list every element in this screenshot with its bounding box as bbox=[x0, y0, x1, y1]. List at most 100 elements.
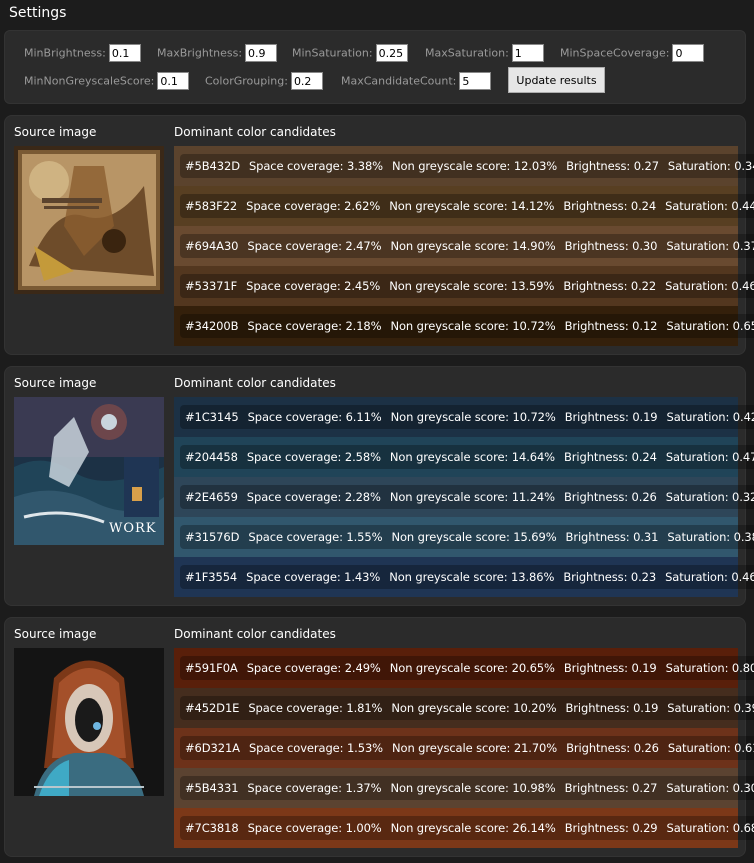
candidate-row: #2E4659 Space coverage: 2.28% Non greyscal… bbox=[174, 477, 754, 517]
hex-value: #2E4659 bbox=[185, 490, 238, 504]
max-candidate-count-field: MaxCandidateCount: bbox=[341, 72, 492, 90]
candidate-list: #1C3145 Space coverage: 6.11% Non greyscal… bbox=[174, 397, 754, 597]
non-greyscale-score: Non greyscale score: 14.64% bbox=[389, 450, 556, 464]
brightness-value: Brightness: 0.19 bbox=[565, 701, 659, 715]
min-space-coverage-input[interactable] bbox=[672, 44, 705, 62]
candidate-info: #583F22 Space coverage: 2.62% Non greyscal… bbox=[180, 194, 754, 218]
candidate-row: #1F3554 Space coverage: 1.43% Non greyscal… bbox=[174, 557, 754, 597]
candidate-info: #7C3818 Space coverage: 1.00% Non greyscal… bbox=[180, 816, 754, 840]
non-greyscale-score: Non greyscale score: 13.59% bbox=[389, 279, 555, 293]
hex-value: #6D321A bbox=[185, 741, 240, 755]
space-coverage: Space coverage: 2.58% bbox=[246, 450, 381, 464]
hex-value: #204458 bbox=[185, 450, 238, 464]
result-panel-2: Source image Dominant color candidates W… bbox=[4, 366, 754, 606]
candidate-list: #591F0A Space coverage: 2.49% Non greyscal… bbox=[174, 648, 754, 848]
candidate-info: #452D1E Space coverage: 1.81% Non greyscal… bbox=[180, 696, 754, 720]
non-greyscale-score: Non greyscale score: 10.98% bbox=[390, 781, 556, 795]
saturation-value: Saturation: 0.39 bbox=[667, 701, 754, 715]
brightness-value: Brightness: 0.27 bbox=[566, 159, 659, 173]
album-cover-red-hair-figure-icon bbox=[14, 648, 164, 796]
saturation-value: Saturation: 0.46 bbox=[665, 570, 754, 584]
saturation-value: Saturation: 0.37 bbox=[666, 239, 754, 253]
candidate-info: #2E4659 Space coverage: 2.28% Non greyscal… bbox=[180, 485, 754, 509]
brightness-value: Brightness: 0.31 bbox=[565, 530, 659, 544]
brightness-value: Brightness: 0.29 bbox=[564, 821, 658, 835]
max-brightness-label: MaxBrightness: bbox=[157, 46, 243, 60]
candidate-row: #31576D Space coverage: 1.55% Non greyscal… bbox=[174, 517, 754, 557]
min-non-greyscale-score-input[interactable] bbox=[157, 72, 190, 90]
candidate-info: #204458 Space coverage: 2.58% Non greyscal… bbox=[180, 445, 754, 469]
source-image-label: Source image bbox=[14, 376, 97, 390]
min-brightness-input[interactable] bbox=[108, 44, 141, 62]
min-non-greyscale-score-field: MinNonGreyscaleScore: bbox=[24, 72, 190, 90]
space-coverage: Space coverage: 1.81% bbox=[248, 701, 383, 715]
saturation-value: Saturation: 0.32 bbox=[665, 490, 754, 504]
hex-value: #34200B bbox=[185, 319, 239, 333]
album-cover-gold-illustration-icon bbox=[14, 146, 164, 294]
non-greyscale-score: Non greyscale score: 13.86% bbox=[389, 570, 555, 584]
candidate-row: #7C3818 Space coverage: 1.00% Non greyscal… bbox=[174, 808, 754, 848]
candidate-row: #34200B Space coverage: 2.18% Non greyscal… bbox=[174, 306, 754, 346]
brightness-value: Brightness: 0.30 bbox=[564, 239, 658, 253]
min-saturation-field: MinSaturation: bbox=[292, 44, 408, 62]
max-saturation-input[interactable] bbox=[511, 44, 544, 62]
saturation-value: Saturation: 0.65 bbox=[666, 319, 754, 333]
candidate-info: #53371F Space coverage: 2.45% Non greyscal… bbox=[180, 274, 754, 298]
min-space-coverage-field: MinSpaceCoverage: bbox=[560, 44, 705, 62]
hex-value: #1C3145 bbox=[185, 410, 239, 424]
result-panel-3: Source image Dominant color candidates #… bbox=[4, 617, 754, 857]
non-greyscale-score: Non greyscale score: 14.90% bbox=[390, 239, 556, 253]
non-greyscale-score: Non greyscale score: 20.65% bbox=[389, 661, 555, 675]
candidate-row: #204458 Space coverage: 2.58% Non greyscal… bbox=[174, 437, 754, 477]
candidate-info: #31576D Space coverage: 1.55% Non greyscal… bbox=[180, 525, 754, 549]
brightness-value: Brightness: 0.26 bbox=[566, 741, 659, 755]
color-grouping-input[interactable] bbox=[290, 72, 323, 90]
min-saturation-input[interactable] bbox=[375, 44, 408, 62]
saturation-value: Saturation: 0.46 bbox=[665, 279, 754, 293]
source-image-thumbnail bbox=[14, 146, 164, 294]
candidate-row: #452D1E Space coverage: 1.81% Non greyscal… bbox=[174, 688, 754, 728]
candidate-row: #53371F Space coverage: 2.45% Non greyscal… bbox=[174, 266, 754, 306]
hex-value: #5B432D bbox=[185, 159, 240, 173]
min-saturation-label: MinSaturation: bbox=[292, 46, 373, 60]
candidate-info: #5B432D Space coverage: 3.38% Non greyscal… bbox=[180, 154, 754, 178]
space-coverage: Space coverage: 1.53% bbox=[248, 741, 383, 755]
hex-value: #1F3554 bbox=[185, 570, 238, 584]
update-results-button[interactable]: Update results bbox=[508, 67, 605, 93]
space-coverage: Space coverage: 6.11% bbox=[247, 410, 382, 424]
candidate-row: #1C3145 Space coverage: 6.11% Non greyscal… bbox=[174, 397, 754, 437]
space-coverage: Space coverage: 2.47% bbox=[247, 239, 382, 253]
dominant-candidates-label: Dominant color candidates bbox=[174, 376, 336, 390]
candidate-row: #5B4331 Space coverage: 1.37% Non greyscal… bbox=[174, 768, 754, 808]
cover-caption: WORK bbox=[109, 521, 157, 536]
brightness-value: Brightness: 0.19 bbox=[564, 410, 658, 424]
max-brightness-input[interactable] bbox=[245, 44, 278, 62]
saturation-value: Saturation: 0.44 bbox=[665, 199, 754, 213]
max-candidate-count-input[interactable] bbox=[459, 72, 492, 90]
brightness-value: Brightness: 0.23 bbox=[563, 570, 657, 584]
result-panel-1: Source image Dominant color candidates #… bbox=[4, 115, 754, 355]
candidate-row: #591F0A Space coverage: 2.49% Non greyscal… bbox=[174, 648, 754, 688]
saturation-value: Saturation: 0.30 bbox=[666, 781, 754, 795]
space-coverage: Space coverage: 2.28% bbox=[246, 490, 381, 504]
candidate-info: #1F3554 Space coverage: 1.43% Non greyscal… bbox=[180, 565, 754, 589]
brightness-value: Brightness: 0.12 bbox=[564, 319, 658, 333]
space-coverage: Space coverage: 2.18% bbox=[247, 319, 382, 333]
brightness-value: Brightness: 0.26 bbox=[563, 490, 657, 504]
max-candidate-count-label: MaxCandidateCount: bbox=[341, 74, 457, 88]
saturation-value: Saturation: 0.34 bbox=[667, 159, 754, 173]
saturation-value: Saturation: 0.80 bbox=[665, 661, 754, 675]
max-saturation-field: MaxSaturation: bbox=[425, 44, 544, 62]
candidate-row: #6D321A Space coverage: 1.53% Non greyscal… bbox=[174, 728, 754, 768]
candidate-info: #6D321A Space coverage: 1.53% Non greyscal… bbox=[180, 736, 754, 760]
max-saturation-label: MaxSaturation: bbox=[425, 46, 509, 60]
hex-value: #7C3818 bbox=[185, 821, 239, 835]
candidate-info: #591F0A Space coverage: 2.49% Non greyscal… bbox=[180, 656, 754, 680]
non-greyscale-score: Non greyscale score: 14.12% bbox=[389, 199, 555, 213]
candidate-list: #5B432D Space coverage: 3.38% Non greyscal… bbox=[174, 146, 754, 346]
brightness-value: Brightness: 0.27 bbox=[564, 781, 658, 795]
saturation-value: Saturation: 0.68 bbox=[666, 821, 754, 835]
hex-value: #591F0A bbox=[185, 661, 238, 675]
space-coverage: Space coverage: 3.38% bbox=[248, 159, 384, 173]
settings-title: Settings bbox=[9, 5, 67, 21]
